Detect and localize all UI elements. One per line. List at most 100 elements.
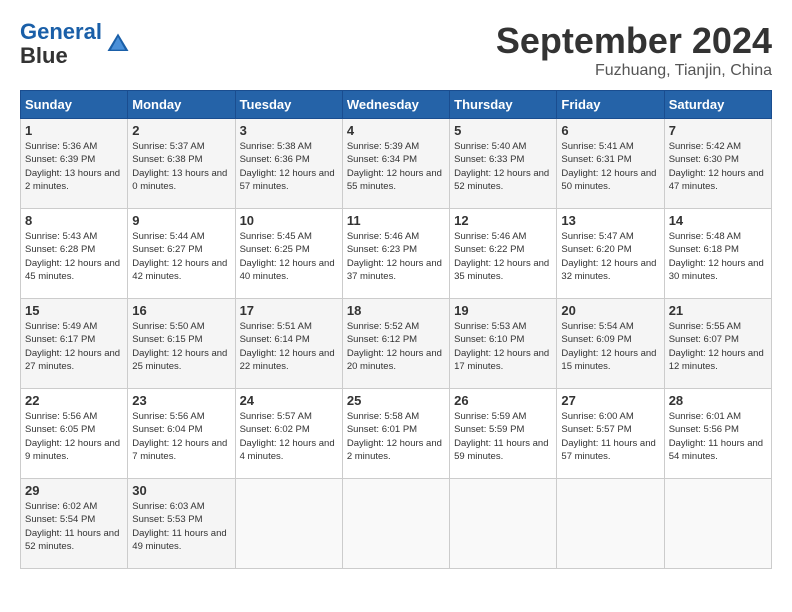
day-cell-12: 12 Sunrise: 5:46 AMSunset: 6:22 PMDaylig… [450, 209, 557, 299]
day-cell-1: 1 Sunrise: 5:36 AMSunset: 6:39 PMDayligh… [21, 119, 128, 209]
day-number: 13 [561, 213, 659, 228]
day-number: 5 [454, 123, 552, 138]
day-number: 19 [454, 303, 552, 318]
day-cell-27: 27 Sunrise: 6:00 AMSunset: 5:57 PMDaylig… [557, 389, 664, 479]
calendar-table: Sunday Monday Tuesday Wednesday Thursday… [20, 90, 772, 569]
day-number: 28 [669, 393, 767, 408]
day-info: Sunrise: 6:01 AMSunset: 5:56 PMDaylight:… [669, 410, 767, 463]
day-number: 1 [25, 123, 123, 138]
day-number: 26 [454, 393, 552, 408]
day-info: Sunrise: 5:38 AMSunset: 6:36 PMDaylight:… [240, 140, 338, 193]
week-row-2: 8 Sunrise: 5:43 AMSunset: 6:28 PMDayligh… [21, 209, 772, 299]
day-number: 30 [132, 483, 230, 498]
empty-cell [342, 479, 449, 569]
day-number: 22 [25, 393, 123, 408]
logo-text: GeneralBlue [20, 20, 102, 68]
day-number: 17 [240, 303, 338, 318]
day-number: 25 [347, 393, 445, 408]
day-info: Sunrise: 5:56 AMSunset: 6:05 PMDaylight:… [25, 410, 123, 463]
header-friday: Friday [557, 91, 664, 119]
day-cell-5: 5 Sunrise: 5:40 AMSunset: 6:33 PMDayligh… [450, 119, 557, 209]
day-info: Sunrise: 5:48 AMSunset: 6:18 PMDaylight:… [669, 230, 767, 283]
day-cell-28: 28 Sunrise: 6:01 AMSunset: 5:56 PMDaylig… [664, 389, 771, 479]
day-info: Sunrise: 5:36 AMSunset: 6:39 PMDaylight:… [25, 140, 123, 193]
day-info: Sunrise: 5:59 AMSunset: 5:59 PMDaylight:… [454, 410, 552, 463]
day-cell-20: 20 Sunrise: 5:54 AMSunset: 6:09 PMDaylig… [557, 299, 664, 389]
week-row-4: 22 Sunrise: 5:56 AMSunset: 6:05 PMDaylig… [21, 389, 772, 479]
week-row-3: 15 Sunrise: 5:49 AMSunset: 6:17 PMDaylig… [21, 299, 772, 389]
day-info: Sunrise: 5:55 AMSunset: 6:07 PMDaylight:… [669, 320, 767, 373]
day-cell-18: 18 Sunrise: 5:52 AMSunset: 6:12 PMDaylig… [342, 299, 449, 389]
day-cell-16: 16 Sunrise: 5:50 AMSunset: 6:15 PMDaylig… [128, 299, 235, 389]
logo: GeneralBlue [20, 20, 132, 68]
day-number: 20 [561, 303, 659, 318]
day-cell-11: 11 Sunrise: 5:46 AMSunset: 6:23 PMDaylig… [342, 209, 449, 299]
location: Fuzhuang, Tianjin, China [496, 62, 772, 80]
empty-cell [664, 479, 771, 569]
day-number: 24 [240, 393, 338, 408]
day-number: 2 [132, 123, 230, 138]
day-number: 4 [347, 123, 445, 138]
day-info: Sunrise: 5:40 AMSunset: 6:33 PMDaylight:… [454, 140, 552, 193]
day-number: 3 [240, 123, 338, 138]
day-info: Sunrise: 5:39 AMSunset: 6:34 PMDaylight:… [347, 140, 445, 193]
day-info: Sunrise: 5:58 AMSunset: 6:01 PMDaylight:… [347, 410, 445, 463]
header-sunday: Sunday [21, 91, 128, 119]
day-cell-22: 22 Sunrise: 5:56 AMSunset: 6:05 PMDaylig… [21, 389, 128, 479]
day-number: 29 [25, 483, 123, 498]
day-cell-4: 4 Sunrise: 5:39 AMSunset: 6:34 PMDayligh… [342, 119, 449, 209]
day-number: 7 [669, 123, 767, 138]
day-number: 14 [669, 213, 767, 228]
day-cell-13: 13 Sunrise: 5:47 AMSunset: 6:20 PMDaylig… [557, 209, 664, 299]
day-cell-7: 7 Sunrise: 5:42 AMSunset: 6:30 PMDayligh… [664, 119, 771, 209]
month-title: September 2024 [496, 20, 772, 62]
day-number: 8 [25, 213, 123, 228]
day-number: 23 [132, 393, 230, 408]
day-number: 27 [561, 393, 659, 408]
day-cell-15: 15 Sunrise: 5:49 AMSunset: 6:17 PMDaylig… [21, 299, 128, 389]
empty-cell [235, 479, 342, 569]
header-thursday: Thursday [450, 91, 557, 119]
day-number: 9 [132, 213, 230, 228]
weekday-header-row: Sunday Monday Tuesday Wednesday Thursday… [21, 91, 772, 119]
day-cell-24: 24 Sunrise: 5:57 AMSunset: 6:02 PMDaylig… [235, 389, 342, 479]
day-cell-25: 25 Sunrise: 5:58 AMSunset: 6:01 PMDaylig… [342, 389, 449, 479]
day-cell-30: 30 Sunrise: 6:03 AMSunset: 5:53 PMDaylig… [128, 479, 235, 569]
day-number: 15 [25, 303, 123, 318]
day-cell-2: 2 Sunrise: 5:37 AMSunset: 6:38 PMDayligh… [128, 119, 235, 209]
page-header: GeneralBlue September 2024 Fuzhuang, Tia… [20, 20, 772, 80]
day-cell-21: 21 Sunrise: 5:55 AMSunset: 6:07 PMDaylig… [664, 299, 771, 389]
header-tuesday: Tuesday [235, 91, 342, 119]
day-info: Sunrise: 5:47 AMSunset: 6:20 PMDaylight:… [561, 230, 659, 283]
day-number: 18 [347, 303, 445, 318]
day-info: Sunrise: 5:51 AMSunset: 6:14 PMDaylight:… [240, 320, 338, 373]
day-info: Sunrise: 6:02 AMSunset: 5:54 PMDaylight:… [25, 500, 123, 553]
empty-cell [557, 479, 664, 569]
day-number: 21 [669, 303, 767, 318]
week-row-1: 1 Sunrise: 5:36 AMSunset: 6:39 PMDayligh… [21, 119, 772, 209]
day-cell-8: 8 Sunrise: 5:43 AMSunset: 6:28 PMDayligh… [21, 209, 128, 299]
header-saturday: Saturday [664, 91, 771, 119]
header-wednesday: Wednesday [342, 91, 449, 119]
day-cell-9: 9 Sunrise: 5:44 AMSunset: 6:27 PMDayligh… [128, 209, 235, 299]
week-row-5: 29 Sunrise: 6:02 AMSunset: 5:54 PMDaylig… [21, 479, 772, 569]
day-info: Sunrise: 5:44 AMSunset: 6:27 PMDaylight:… [132, 230, 230, 283]
day-cell-14: 14 Sunrise: 5:48 AMSunset: 6:18 PMDaylig… [664, 209, 771, 299]
day-number: 16 [132, 303, 230, 318]
day-info: Sunrise: 5:53 AMSunset: 6:10 PMDaylight:… [454, 320, 552, 373]
day-number: 11 [347, 213, 445, 228]
day-info: Sunrise: 5:54 AMSunset: 6:09 PMDaylight:… [561, 320, 659, 373]
day-info: Sunrise: 5:50 AMSunset: 6:15 PMDaylight:… [132, 320, 230, 373]
day-cell-10: 10 Sunrise: 5:45 AMSunset: 6:25 PMDaylig… [235, 209, 342, 299]
title-block: September 2024 Fuzhuang, Tianjin, China [496, 20, 772, 80]
day-cell-26: 26 Sunrise: 5:59 AMSunset: 5:59 PMDaylig… [450, 389, 557, 479]
day-number: 12 [454, 213, 552, 228]
header-monday: Monday [128, 91, 235, 119]
day-cell-17: 17 Sunrise: 5:51 AMSunset: 6:14 PMDaylig… [235, 299, 342, 389]
day-info: Sunrise: 5:46 AMSunset: 6:22 PMDaylight:… [454, 230, 552, 283]
day-info: Sunrise: 5:49 AMSunset: 6:17 PMDaylight:… [25, 320, 123, 373]
day-info: Sunrise: 5:57 AMSunset: 6:02 PMDaylight:… [240, 410, 338, 463]
day-info: Sunrise: 5:56 AMSunset: 6:04 PMDaylight:… [132, 410, 230, 463]
day-info: Sunrise: 5:42 AMSunset: 6:30 PMDaylight:… [669, 140, 767, 193]
day-cell-19: 19 Sunrise: 5:53 AMSunset: 6:10 PMDaylig… [450, 299, 557, 389]
